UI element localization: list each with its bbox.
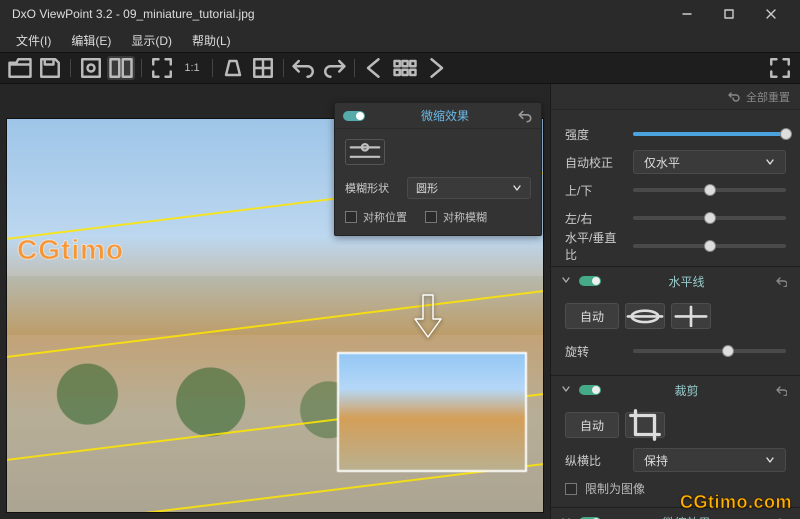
aspect-label: 纵横比 (565, 452, 623, 469)
toolbar-divider (283, 59, 284, 77)
arrow-down-icon (413, 293, 443, 342)
fit-screen-icon[interactable] (148, 56, 176, 80)
zoom-1-1-button[interactable]: 1:1 (178, 56, 206, 80)
prev-image-icon[interactable] (361, 56, 389, 80)
crop-section: 裁剪 自动 纵横比 保持 限制为图像 (551, 375, 800, 507)
blur-preset-icon[interactable] (345, 139, 385, 165)
preview-compare-icon[interactable] (107, 56, 135, 80)
reset-icon (728, 91, 740, 103)
main-area: CGtimo 微缩效果 模糊形状 圆形 (0, 84, 800, 519)
crop-title: 裁剪 (609, 382, 764, 399)
popup-undo-icon[interactable] (517, 108, 533, 124)
menu-file[interactable]: 文件(I) (8, 30, 59, 51)
canvas-area[interactable]: CGtimo 微缩效果 模糊形状 圆形 (0, 84, 550, 519)
photo-watermark: CGtimo (17, 234, 124, 266)
perspective-tool-icon[interactable] (219, 56, 247, 80)
grid-tool-icon[interactable] (249, 56, 277, 80)
crop-tool-icon[interactable] (625, 412, 665, 438)
footer-watermark: CGtimo.com (680, 492, 792, 513)
thumbnails-icon[interactable] (391, 56, 419, 80)
hv-ratio-slider[interactable] (633, 244, 786, 248)
chevron-down-icon (765, 157, 775, 167)
redo-icon[interactable] (320, 56, 348, 80)
horizon-section: 水平线 自动 旋转 (551, 266, 800, 375)
rotate-label: 旋转 (565, 343, 623, 360)
save-file-icon[interactable] (36, 56, 64, 80)
inset-preview (337, 352, 527, 472)
title-bar: DxO ViewPoint 3.2 - 09_miniature_tutoria… (0, 0, 800, 28)
menu-edit[interactable]: 编辑(E) (63, 30, 119, 51)
up-down-label: 上/下 (565, 182, 623, 199)
toolbar-divider (212, 59, 213, 77)
preview-single-icon[interactable] (77, 56, 105, 80)
undo-icon[interactable] (290, 56, 318, 80)
menu-help[interactable]: 帮助(L) (184, 30, 239, 51)
blur-shape-label: 模糊形状 (345, 180, 399, 196)
chevron-down-icon[interactable] (561, 515, 571, 519)
up-down-slider[interactable] (633, 188, 786, 192)
horizon-toggle[interactable] (579, 276, 601, 286)
sym-position-checkbox[interactable]: 对称位置 (345, 209, 407, 225)
horizon-vertical-tool-icon[interactable] (671, 303, 711, 329)
horizon-title: 水平线 (609, 273, 764, 290)
next-image-icon[interactable] (421, 56, 449, 80)
miniature-title: 微缩效果 (609, 514, 764, 519)
horizon-undo-icon[interactable] (772, 275, 790, 287)
crop-auto-button[interactable]: 自动 (565, 412, 619, 438)
popup-toggle[interactable] (343, 111, 365, 121)
panel-reset-all[interactable]: 全部重置 (551, 84, 800, 110)
chevron-down-icon (765, 455, 775, 465)
crop-undo-icon[interactable] (772, 384, 790, 396)
close-button[interactable] (750, 0, 792, 28)
horizon-auto-button[interactable]: 自动 (565, 303, 619, 329)
minimize-button[interactable] (666, 0, 708, 28)
toolbar-divider (70, 59, 71, 77)
crop-toggle[interactable] (579, 385, 601, 395)
menu-bar: 文件(I) 编辑(E) 显示(D) 帮助(L) (0, 28, 800, 52)
menu-view[interactable]: 显示(D) (123, 30, 180, 51)
blur-shape-select[interactable]: 圆形 (407, 177, 531, 199)
popup-title: 微缩效果 (373, 107, 517, 124)
rotate-slider[interactable] (633, 349, 786, 353)
toolbar: 1:1 (0, 52, 800, 84)
intensity-slider[interactable] (633, 132, 786, 136)
toolbar-divider (354, 59, 355, 77)
sym-blur-checkbox[interactable]: 对称模糊 (425, 209, 487, 225)
side-panel: 全部重置 强度 自动校正 仅水平 上/下 左/右 (550, 84, 800, 519)
left-right-label: 左/右 (565, 210, 623, 227)
window-buttons (666, 0, 792, 28)
left-right-slider[interactable] (633, 216, 786, 220)
toolbar-divider (141, 59, 142, 77)
aspect-select[interactable]: 保持 (633, 448, 786, 472)
blur-shape-value: 圆形 (416, 180, 438, 196)
window-title: DxO ViewPoint 3.2 - 09_miniature_tutoria… (8, 7, 666, 21)
hv-ratio-label: 水平/垂直比 (565, 229, 623, 263)
maximize-button[interactable] (708, 0, 750, 28)
intensity-label: 强度 (565, 126, 623, 143)
chevron-down-icon (512, 183, 522, 193)
open-file-icon[interactable] (6, 56, 34, 80)
fullscreen-icon[interactable] (766, 56, 794, 80)
auto-correct-select[interactable]: 仅水平 (633, 150, 786, 174)
chevron-down-icon[interactable] (561, 274, 571, 288)
horizon-level-tool-icon[interactable] (625, 303, 665, 329)
auto-correct-label: 自动校正 (565, 154, 623, 171)
miniature-popup: 微缩效果 模糊形状 圆形 对称位置 对称模糊 (334, 102, 542, 236)
chevron-down-icon[interactable] (561, 383, 571, 397)
